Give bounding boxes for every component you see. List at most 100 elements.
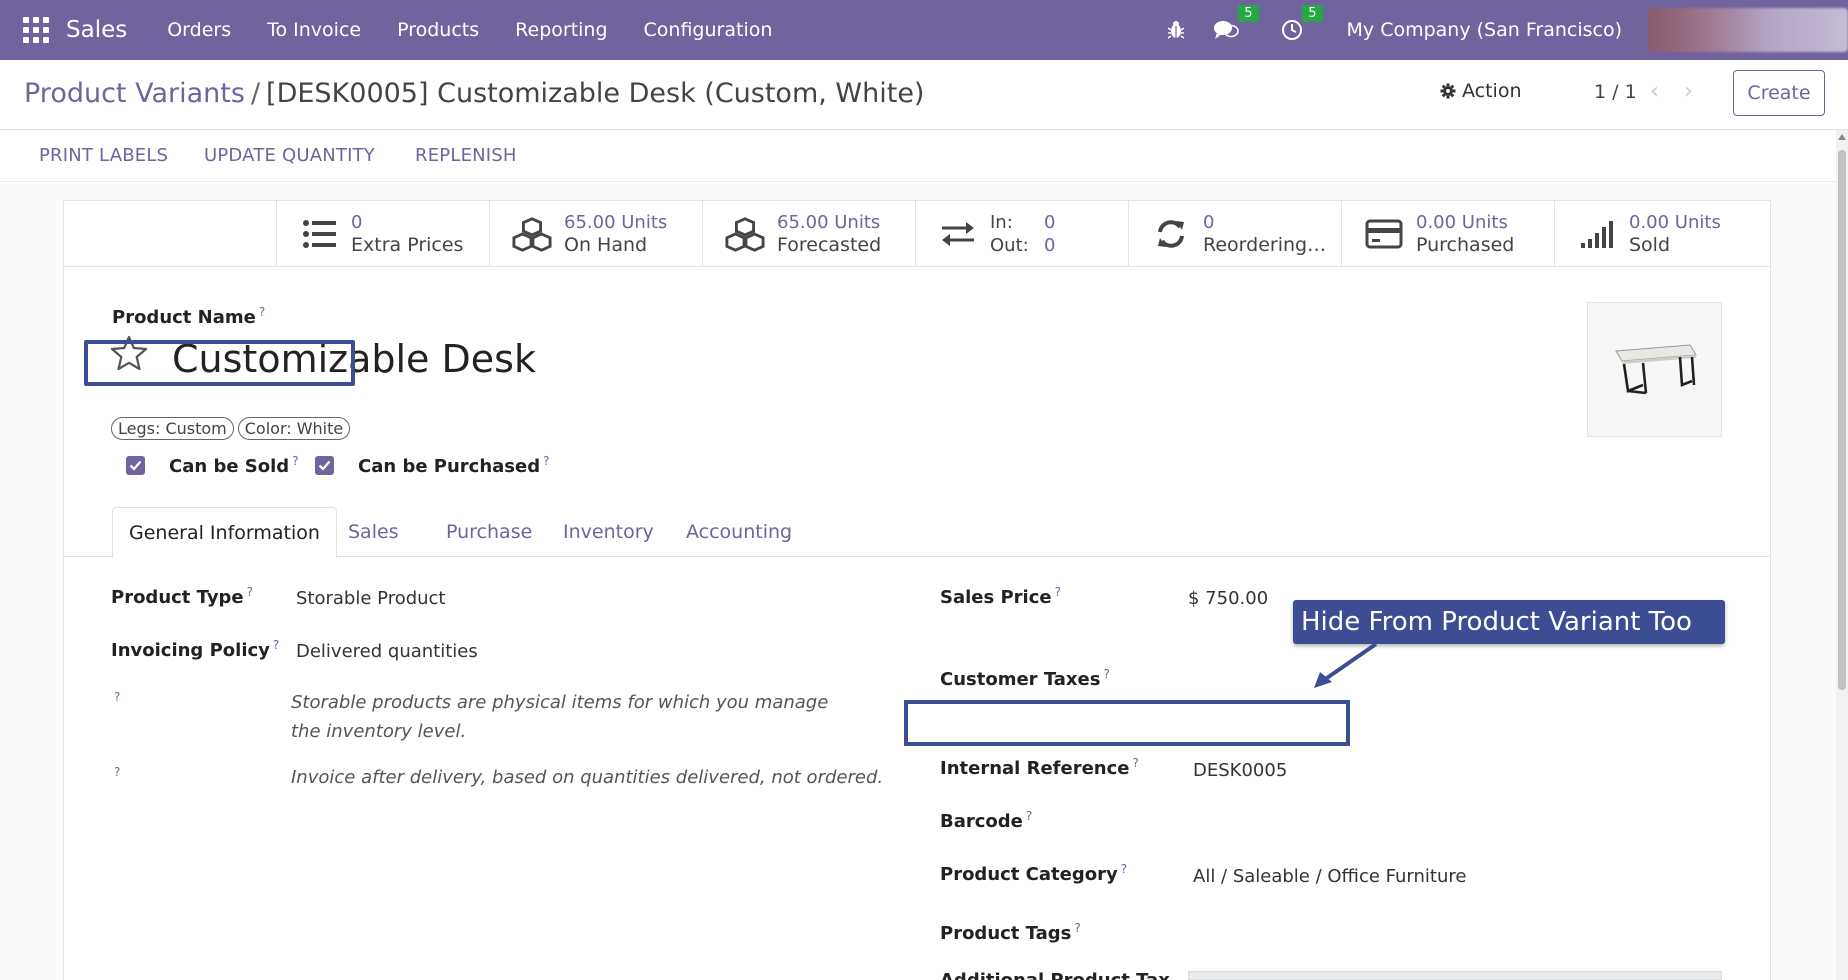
product-type-select[interactable]: Storable Product [296,588,446,609]
storable-help-text: Storable products are physical items for… [291,692,829,742]
sales-price-label-text: Sales Price [940,587,1052,608]
replenish-button[interactable]: REPLENISH [415,145,517,166]
print-labels-button[interactable]: PRINT LABELS [39,145,168,166]
action-label: Action [1462,80,1522,102]
variant-attribute-tags: Legs: Custom Color: White [111,417,351,440]
attribute-tag-color: Color: White [237,417,351,440]
internal-reference-input[interactable]: DESK0005 [1193,760,1287,781]
customer-taxes-highlight-box[interactable] [904,700,1350,746]
additional-product-tax-label-text: Additional Product Tax [940,970,1170,980]
help-tooltip-icon[interactable]: ? [247,585,253,599]
breadcrumb: Product Variants / [DESK0005] Customizable… [24,78,924,109]
can-be-purchased-label-text: Can be Purchased [358,456,541,477]
page-scrollbar[interactable] [1836,130,1848,980]
on-hand-label: On Hand [564,234,648,256]
in-label: In: [990,212,1013,233]
forecasted-label: Forecasted [777,234,882,256]
help-tooltip-icon[interactable]: ? [1132,756,1138,770]
invoice-help-text: Invoice after delivery, based on quantit… [291,767,884,788]
exchange-icon [938,216,978,252]
can-be-sold-field: Can be Sold? [126,454,299,477]
extra-prices-value: 0 [351,212,363,233]
additional-product-tax-field[interactable] [1188,971,1722,980]
help-tooltip-icon[interactable]: ? [114,690,120,704]
help-tooltip-icon[interactable]: ? [1074,921,1080,935]
create-button[interactable]: Create [1733,70,1825,116]
update-quantity-button[interactable]: UPDATE QUANTITY [204,145,375,166]
activities-clock-icon[interactable]: 5 [1281,5,1323,41]
sold-button[interactable]: 0.00 Units Sold [1554,201,1770,267]
debug-bug-icon[interactable] [1167,20,1185,40]
help-tooltip-icon[interactable]: ? [1103,667,1109,681]
customer-taxes-label-text: Customer Taxes [940,669,1101,690]
pager-value[interactable]: 1 / 1 [1594,81,1637,103]
control-panel: Product Variants / [DESK0005] Customizable… [0,60,1848,130]
messages-count-badge: 5 [1238,5,1259,22]
menu-products[interactable]: Products [379,19,497,41]
help-tooltip-icon[interactable]: ? [1121,862,1127,876]
smart-buttons-row: 0 Extra Prices 65.00 Units On Hand 65.00 U… [64,201,1770,267]
help-tooltip-icon[interactable]: ? [543,454,549,468]
help-tooltip-icon[interactable]: ? [1055,585,1061,599]
tab-sales[interactable]: Sales [332,507,415,557]
tab-accounting[interactable]: Accounting [670,507,808,557]
invoicing-policy-label-text: Invoicing Policy [111,640,270,661]
forecasted-button[interactable]: 65.00 Units Forecasted [702,201,915,267]
company-switcher[interactable]: My Company (San Francisco) [1347,19,1622,41]
product-image[interactable] [1587,302,1722,437]
breadcrumb-separator: / [250,78,261,109]
menu-to-invoice[interactable]: To Invoice [249,19,379,41]
help-tooltip-icon[interactable]: ? [292,454,298,468]
breadcrumb-product-variants[interactable]: Product Variants [24,78,245,109]
reordering-value: 0 [1203,212,1215,233]
reordering-rules-button[interactable]: 0 Reordering… [1128,201,1341,267]
invoicing-policy-select[interactable]: Delivered quantities [296,641,478,662]
in-out-button[interactable]: In: 0 Out: 0 [915,201,1128,267]
can-be-purchased-checkbox[interactable] [315,456,334,475]
messages-chat-icon[interactable]: 5 [1213,5,1259,41]
highlight-box-attributes [84,340,355,386]
user-avatar[interactable] [1648,8,1848,52]
out-value: 0 [1044,235,1056,256]
tab-inventory[interactable]: Inventory [547,507,670,557]
extra-prices-label: Extra Prices [351,234,464,256]
help-tooltip-icon[interactable]: ? [1026,809,1032,823]
scroll-up-icon[interactable] [1838,134,1846,140]
product-name-label-text: Product Name [112,307,256,328]
can-be-sold-checkbox[interactable] [126,456,145,475]
purchased-label: Purchased [1416,234,1515,256]
sales-price-input[interactable]: $ 750.00 [1188,588,1268,609]
app-name[interactable]: Sales [66,17,127,43]
tab-general-information[interactable]: General Information [112,507,337,558]
pager-next-icon[interactable]: › [1684,79,1693,104]
menu-reporting[interactable]: Reporting [497,19,625,41]
pager-previous-icon[interactable]: ‹ [1650,79,1659,104]
purchased-button[interactable]: 0.00 Units Purchased [1341,201,1554,267]
cubes-icon [512,216,552,252]
reordering-label: Reordering… [1203,234,1327,256]
menu-orders[interactable]: Orders [149,19,249,41]
product-category-input[interactable]: All / Saleable / Office Furniture [1193,866,1466,887]
customer-taxes-label: Customer Taxes? [940,667,1110,690]
help-tooltip-icon[interactable]: ? [259,305,265,319]
product-category-label: Product Category? [940,862,1127,885]
attribute-tag-legs: Legs: Custom [111,417,234,440]
help-tooltip-icon[interactable]: ? [114,765,120,779]
extra-prices-button[interactable]: 0 Extra Prices [276,201,489,267]
action-menu-button[interactable]: Action [1440,80,1522,102]
menu-configuration[interactable]: Configuration [626,19,791,41]
refresh-icon [1151,216,1191,252]
out-label: Out: [990,235,1029,256]
in-value: 0 [1044,212,1056,233]
help-tooltip-icon[interactable]: ? [273,638,279,652]
product-category-label-text: Product Category [940,864,1118,885]
tab-purchase[interactable]: Purchase [430,507,548,557]
annotation-callout: Hide From Product Variant Too [1293,600,1725,644]
credit-card-icon [1364,216,1404,252]
sold-value: 0.00 Units [1629,212,1721,233]
annotation-arrow-icon [1314,642,1378,688]
breadcrumb-current: [DESK0005] Customizable Desk (Custom, Wh… [266,78,925,109]
scrollbar-thumb[interactable] [1838,150,1846,690]
on-hand-button[interactable]: 65.00 Units On Hand [489,201,702,267]
apps-menu-icon[interactable] [18,12,54,48]
